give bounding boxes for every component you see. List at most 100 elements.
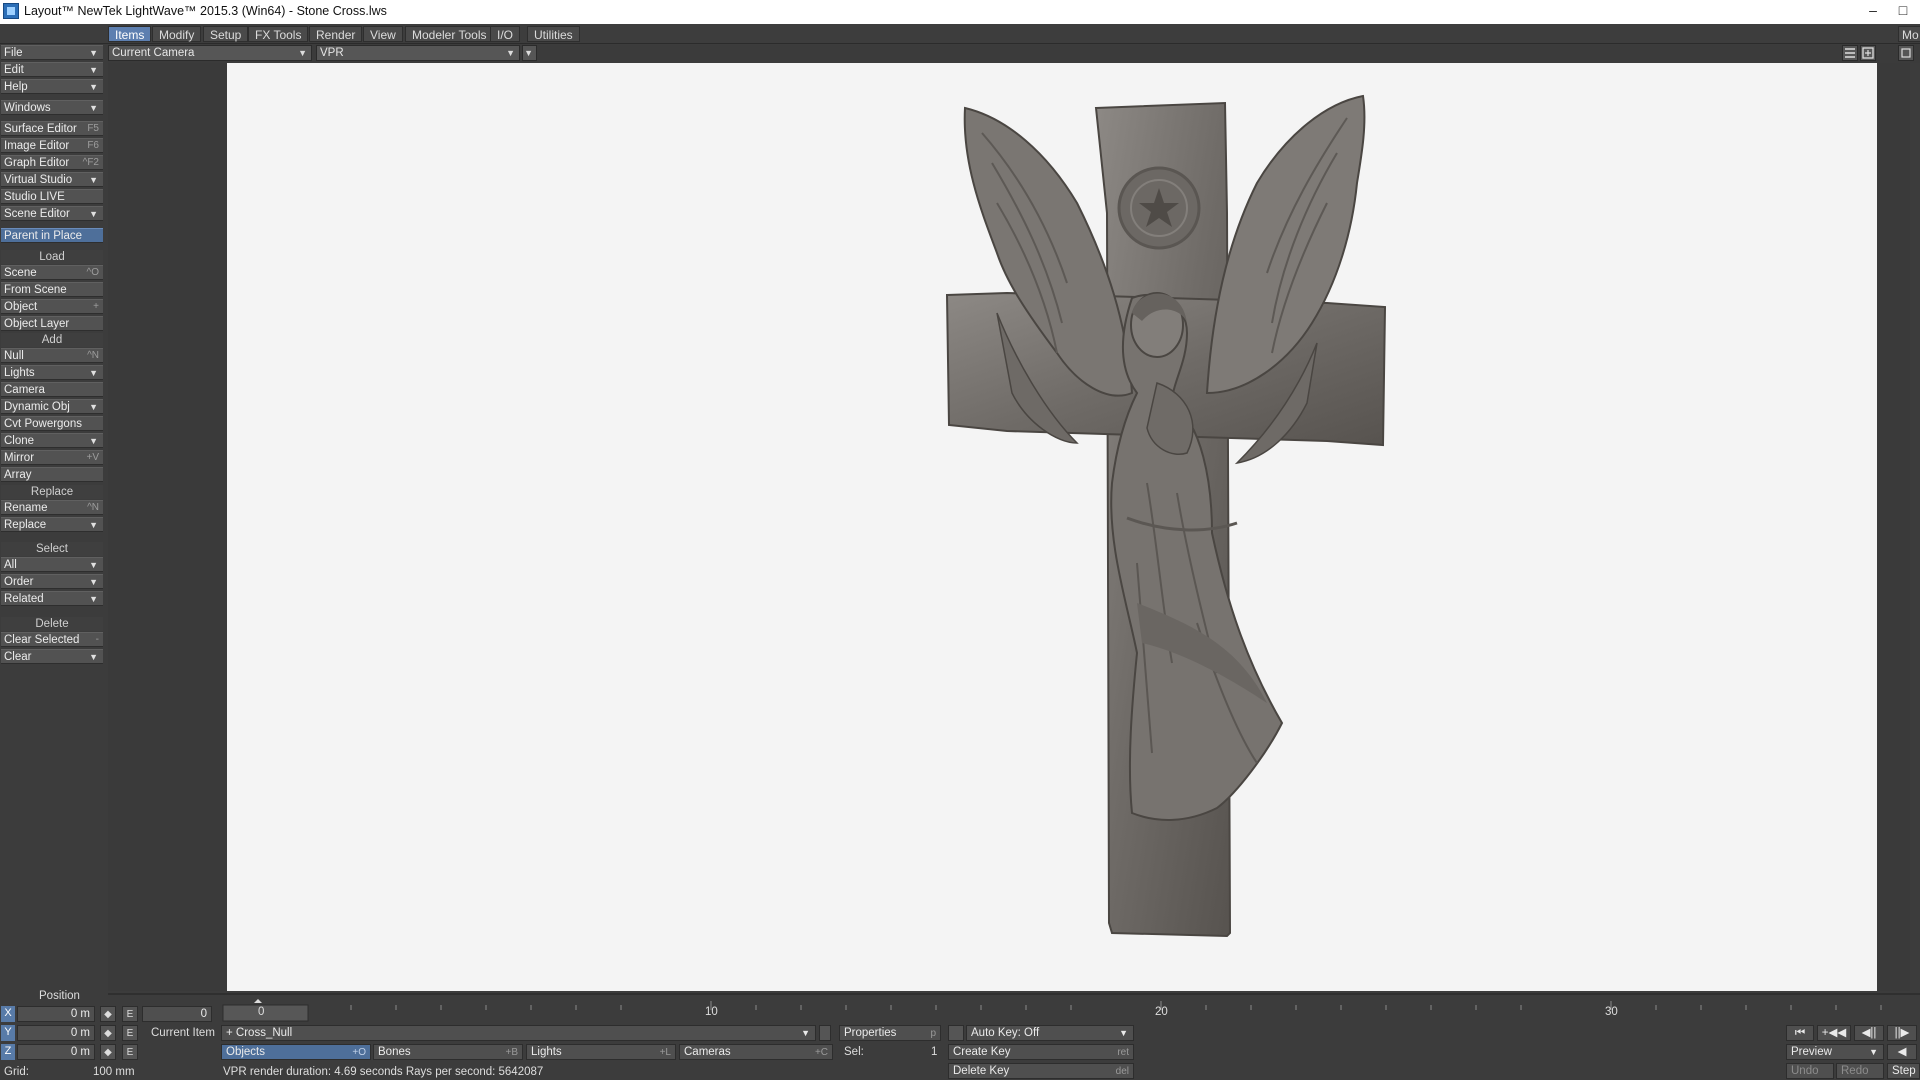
create-key-button[interactable]: Create Key ret — [948, 1044, 1134, 1060]
shortcut-label: ^N — [87, 502, 99, 513]
y-arrows-icon[interactable]: ◆ — [100, 1025, 116, 1041]
select-section-header: Select — [1, 542, 103, 556]
clear-label: Clear — [4, 651, 32, 663]
load-from-scene-button[interactable]: From Scene — [1, 282, 103, 297]
clear-selected-button[interactable]: Clear Selected - — [1, 632, 103, 647]
chevron-down-icon: ▼ — [89, 368, 98, 378]
tab-setup[interactable]: Setup — [203, 26, 249, 42]
x-arrows-icon[interactable]: ◆ — [100, 1006, 116, 1022]
clear-button[interactable]: Clear ▼ — [1, 649, 103, 664]
tab-fx-tools[interactable]: FX Tools — [248, 26, 309, 42]
undo-button[interactable]: Undo — [1786, 1063, 1834, 1079]
replace-button[interactable]: Replace ▼ — [1, 517, 103, 532]
tab-utilities[interactable]: Utilities — [527, 26, 580, 42]
mirror-button[interactable]: Mirror +V — [1, 450, 103, 465]
step-forward-button[interactable]: ||▶ — [1887, 1025, 1917, 1041]
play-reverse-button[interactable]: ◀ — [1887, 1044, 1917, 1060]
current-item-dropdown[interactable]: + Cross_Null ▼ — [221, 1025, 816, 1041]
add-null-button[interactable]: Null ^N — [1, 348, 103, 363]
select-all-button[interactable]: All ▼ — [1, 557, 103, 572]
load-object-button[interactable]: Object + — [1, 299, 103, 314]
image-editor-button[interactable]: Image Editor F6 — [1, 138, 103, 153]
z-arrows-icon[interactable]: ◆ — [100, 1044, 116, 1060]
edit-menu-button[interactable]: Edit ▼ — [1, 62, 103, 77]
tab-modify[interactable]: Modify — [152, 26, 202, 42]
go-to-start-button[interactable]: ⏮ — [1786, 1025, 1814, 1041]
preview-dropdown[interactable]: Preview ▼ — [1786, 1044, 1884, 1060]
select-all-label: All — [4, 559, 17, 571]
view-select-dropdown[interactable]: Current Camera ▼ — [108, 45, 312, 61]
tab-view[interactable]: View — [363, 26, 403, 42]
z-position-field[interactable]: 0 m — [17, 1044, 95, 1060]
viewport-layout-button[interactable] — [1842, 45, 1858, 61]
viewport-options-button[interactable] — [1898, 45, 1914, 61]
studio-live-button[interactable]: Studio LIVE — [1, 189, 103, 204]
select-order-button[interactable]: Order ▼ — [1, 574, 103, 589]
parent-in-place-toggle[interactable]: Parent in Place — [1, 228, 103, 243]
maximize-button[interactable]: □ — [1890, 1, 1916, 21]
virtual-studio-button[interactable]: Virtual Studio ▼ — [1, 172, 103, 187]
redo-button[interactable]: Redo — [1836, 1063, 1884, 1079]
cameras-mode-button[interactable]: Cameras +C — [679, 1044, 833, 1060]
y-position-field[interactable]: 0 m — [17, 1025, 95, 1041]
scene-editor-button[interactable]: Scene Editor ▼ — [1, 206, 103, 221]
vpr-render-area[interactable] — [227, 63, 1877, 991]
minimize-button[interactable]: – — [1860, 1, 1886, 21]
tab-modeler-tools[interactable]: Modeler Tools — [405, 26, 494, 42]
graph-editor-button[interactable]: Graph Editor ^F2 — [1, 155, 103, 170]
bones-mode-button[interactable]: Bones +B — [373, 1044, 523, 1060]
add-null-label: Null — [4, 350, 24, 362]
array-button[interactable]: Array — [1, 467, 103, 482]
surface-editor-button[interactable]: Surface Editor F5 — [1, 121, 103, 136]
y-axis-label[interactable]: Y — [1, 1025, 15, 1041]
step-button[interactable]: Step — [1887, 1063, 1920, 1079]
load-scene-button[interactable]: Scene ^O — [1, 265, 103, 280]
add-lights-label: Lights — [4, 367, 35, 379]
add-dynamic-obj-button[interactable]: Dynamic Obj ▼ — [1, 399, 103, 414]
render-options-dropdown[interactable]: ▼ — [522, 45, 537, 61]
tab-render[interactable]: Render — [309, 26, 363, 42]
add-lights-button[interactable]: Lights ▼ — [1, 365, 103, 380]
file-menu-button[interactable]: File ▼ — [1, 45, 103, 60]
previous-key-button[interactable]: +◀◀ — [1817, 1025, 1851, 1041]
shortcut-label: - — [95, 634, 99, 645]
objects-mode-button[interactable]: Objects +O — [221, 1044, 371, 1060]
delete-key-button[interactable]: Delete Key del — [948, 1063, 1134, 1079]
mirror-label: Mirror — [4, 452, 35, 464]
x-position-field[interactable]: 0 m — [17, 1006, 95, 1022]
tab-more[interactable]: Mo — [1898, 26, 1920, 42]
auto-key-toggle[interactable] — [948, 1025, 964, 1041]
lights-mode-button[interactable]: Lights +L — [526, 1044, 676, 1060]
viewport[interactable] — [108, 63, 1910, 991]
redo-label: Redo — [1841, 1065, 1869, 1077]
windows-menu-button[interactable]: Windows ▼ — [1, 100, 103, 115]
load-object-layer-button[interactable]: Object Layer — [1, 316, 103, 331]
render-mode-dropdown[interactable]: VPR ▼ — [316, 45, 520, 61]
tab-items[interactable]: Items — [108, 26, 152, 42]
shortcut-label: ret — [1117, 1047, 1129, 1058]
auto-key-dropdown[interactable]: Auto Key: Off ▼ — [966, 1025, 1134, 1041]
shortcut-label: F6 — [87, 140, 99, 151]
properties-button[interactable]: Properties p — [839, 1025, 941, 1041]
x-envelope-button[interactable]: E — [122, 1006, 138, 1022]
null-item-icon: + — [226, 1027, 236, 1039]
replace-section-header: Replace — [1, 485, 103, 499]
x-axis-label[interactable]: X — [1, 1006, 15, 1022]
properties-label: Properties — [844, 1027, 897, 1039]
z-envelope-button[interactable]: E — [122, 1044, 138, 1060]
tab-io[interactable]: I/O — [490, 26, 521, 42]
add-camera-button[interactable]: Camera — [1, 382, 103, 397]
cvt-powergons-button[interactable]: Cvt Powergons — [1, 416, 103, 431]
help-menu-button[interactable]: Help ▼ — [1, 79, 103, 94]
item-pick-button[interactable] — [819, 1025, 831, 1041]
viewport-maximize-button[interactable] — [1860, 45, 1876, 61]
clone-button[interactable]: Clone ▼ — [1, 433, 103, 448]
preview-label: Preview — [1791, 1046, 1832, 1058]
y-envelope-button[interactable]: E — [122, 1025, 138, 1041]
current-frame-field[interactable]: 0 — [142, 1006, 212, 1022]
step-back-button[interactable]: ◀|| — [1854, 1025, 1884, 1041]
z-axis-label[interactable]: Z — [1, 1044, 15, 1060]
previous-key-icon: +◀◀ — [1821, 1027, 1847, 1039]
select-related-button[interactable]: Related ▼ — [1, 591, 103, 606]
rename-button[interactable]: Rename ^N — [1, 500, 103, 515]
